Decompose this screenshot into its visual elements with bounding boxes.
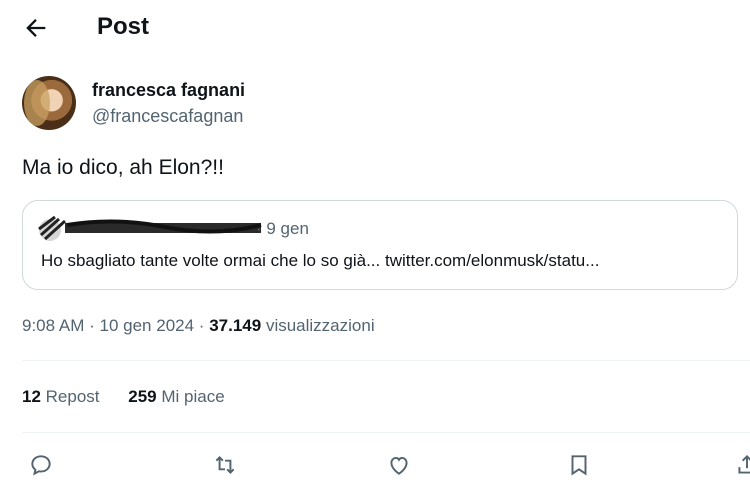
heart-icon[interactable]: [386, 452, 416, 482]
reply-icon[interactable]: [28, 452, 58, 482]
post-stats: 12 Repost 259 Mi piace: [22, 387, 249, 407]
post-date[interactable]: 10 gen 2024: [100, 316, 195, 335]
author-handle[interactable]: @francescafagnan: [92, 106, 243, 127]
share-icon[interactable]: [734, 452, 750, 482]
likes-count: 259: [128, 387, 157, 406]
quoted-post[interactable]: · 9 gen Ho sbagliato tante volte ormai c…: [22, 200, 738, 290]
divider: [22, 360, 750, 361]
redacted-author-name: [38, 215, 262, 241]
views-label: visualizzazioni: [265, 316, 375, 335]
post-time[interactable]: 9:08 AM: [22, 316, 84, 335]
reposts-label: Repost: [45, 387, 100, 406]
quoted-post-text: Ho sbagliato tante volte ormai che lo so…: [41, 251, 600, 270]
repost-icon[interactable]: [212, 452, 242, 482]
post-text: Ma io dico, ah Elon?!!: [22, 156, 224, 179]
reposts-stat[interactable]: 12 Repost: [22, 387, 100, 406]
page-title: Post: [97, 13, 150, 40]
bookmark-icon[interactable]: [566, 452, 596, 482]
post-metadata: 9:08 AM · 10 gen 2024 · 37.149 visualizz…: [22, 316, 375, 336]
reposts-count: 12: [22, 387, 41, 406]
meta-separator: ·: [89, 316, 95, 335]
quoted-post-date: · 9 gen: [256, 219, 309, 238]
likes-label: Mi piace: [161, 387, 225, 406]
page-header: Post: [0, 0, 750, 56]
likes-stat[interactable]: 259 Mi piace: [128, 387, 224, 406]
author-display-name[interactable]: francesca fagnani: [92, 80, 245, 101]
action-bar: [0, 448, 750, 484]
divider: [22, 432, 750, 433]
back-arrow-icon[interactable]: [22, 14, 50, 42]
meta-separator: ·: [198, 316, 205, 335]
avatar[interactable]: [22, 76, 76, 130]
post-author: francesca fagnani @francescafagnan: [22, 76, 722, 136]
views-count: 37.149: [209, 316, 262, 335]
